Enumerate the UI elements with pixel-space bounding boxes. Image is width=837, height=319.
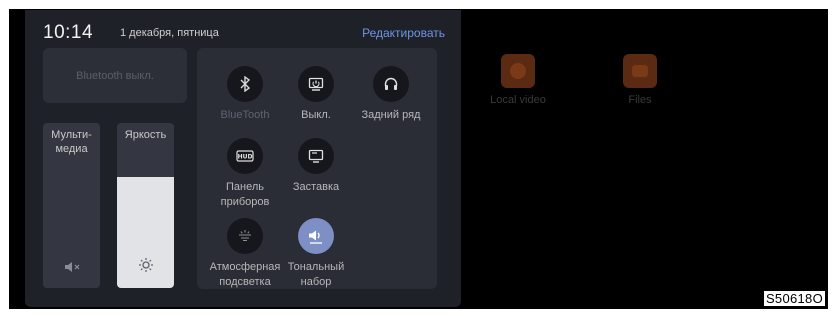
tile-label: Выкл. [301, 109, 331, 121]
app-label: Files [628, 94, 652, 106]
hud-icon: HUD [227, 138, 263, 174]
media-volume-slider[interactable]: Мульти- медиа [43, 123, 100, 288]
app-local-video[interactable]: Local video [458, 54, 578, 106]
tile-rear-seat[interactable]: Задний ряд [353, 66, 429, 123]
ambient-light-icon [227, 218, 263, 254]
bluetooth-card[interactable]: Bluetooth выкл. [43, 48, 187, 103]
bluetooth-icon [227, 66, 263, 102]
tile-label: Панель приборов [220, 181, 270, 208]
volume-muted-icon [43, 260, 100, 278]
tile-bluetooth[interactable]: BlueTooth [207, 66, 283, 123]
folder-icon [623, 54, 657, 88]
tile-label: Тональный набор [287, 261, 345, 288]
date: 1 декабря, пятница [120, 27, 219, 39]
tile-instrument-panel[interactable]: HUD Панель приборов [207, 138, 283, 210]
tile-screensaver[interactable]: Заставка [278, 138, 354, 195]
brightness-slider-label: Яркость [124, 129, 167, 141]
home-header [540, 19, 600, 29]
app-label: Local video [490, 94, 546, 106]
headphones-icon [373, 66, 409, 102]
figure-code: S50618O [763, 291, 825, 306]
tile-label: Заставка [292, 181, 340, 193]
clock: 10:14 [43, 22, 94, 43]
tile-ambient-light[interactable]: Атмосферная подсветка [207, 218, 283, 290]
quick-settings-panel: 10:14 1 декабря, пятница Редактировать B… [25, 10, 461, 307]
media-slider-label: Мульти- медиа [51, 129, 92, 155]
tile-label: Задний ряд [361, 109, 421, 121]
tile-touch-tone[interactable]: Тональный набор [278, 218, 354, 290]
tile-label: Атмосферная подсветка [209, 261, 281, 288]
toggle-grid: BlueTooth Выкл. Задний ряд HUD Панель пр… [197, 48, 437, 289]
play-icon [501, 54, 535, 88]
screensaver-icon [298, 138, 334, 174]
screen: Local video Files 10:14 1 декабря, пятни… [9, 9, 828, 309]
svg-text:HUD: HUD [238, 154, 253, 161]
tile-label: BlueTooth [220, 109, 270, 121]
tile-screen-off[interactable]: Выкл. [278, 66, 354, 123]
power-screen-icon [298, 66, 334, 102]
sun-icon [117, 257, 174, 278]
speaker-icon [298, 218, 334, 254]
brightness-slider[interactable]: Яркость [117, 123, 174, 288]
app-files[interactable]: Files [580, 54, 700, 106]
edit-button[interactable]: Редактировать [362, 26, 445, 40]
bluetooth-card-label: Bluetooth выкл. [76, 69, 154, 82]
